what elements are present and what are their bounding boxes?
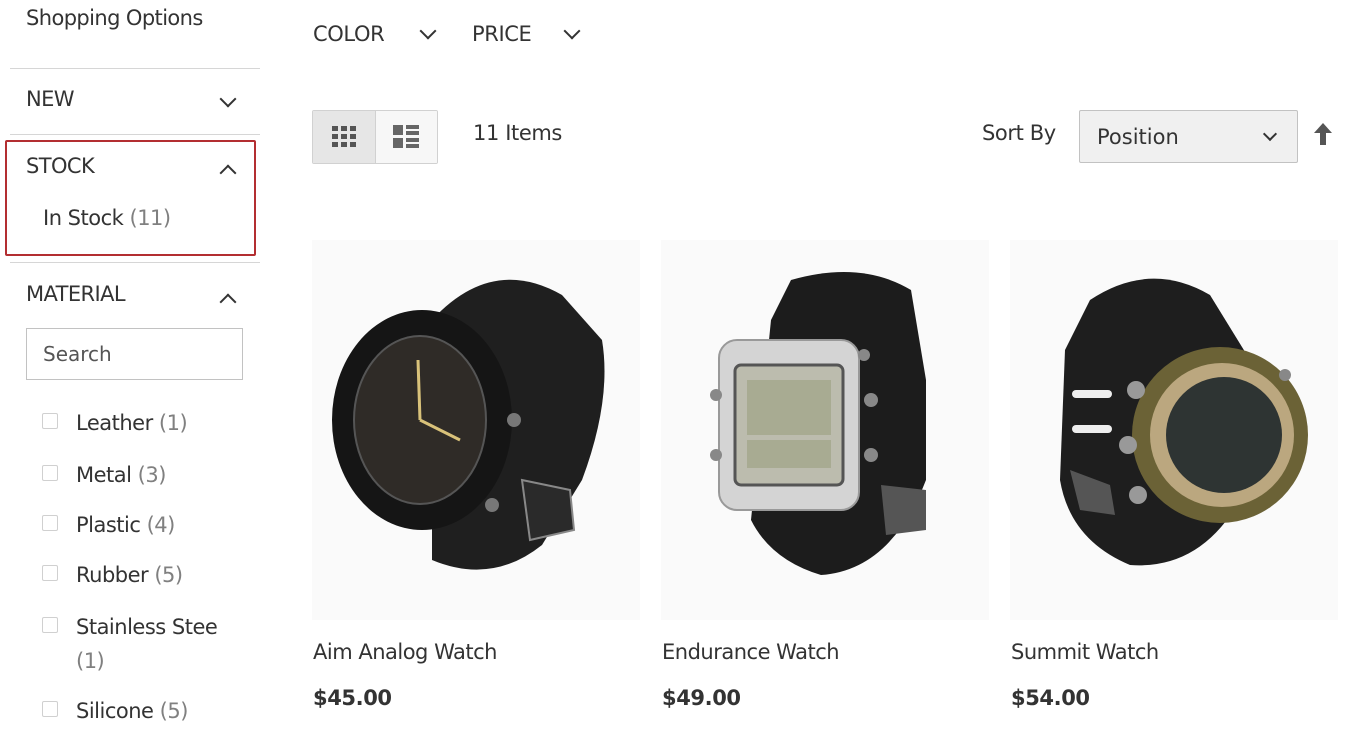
top-filter-price-label: PRICE [472, 22, 532, 46]
list-view-button[interactable] [374, 111, 437, 163]
option-count: (4) [146, 513, 176, 537]
top-filter-color-label: COLOR [313, 22, 385, 46]
filter-material-label: MATERIAL [26, 282, 126, 306]
sidebar-title: Shopping Options [26, 6, 203, 30]
product-image-endurance-watch[interactable] [661, 240, 989, 620]
sort-select[interactable]: Position [1079, 110, 1298, 163]
grid-view-button[interactable] [313, 111, 375, 163]
option-count: (3) [137, 463, 167, 487]
chevron-down-icon [219, 90, 237, 108]
option-count: (1) [76, 649, 105, 673]
sort-select-value: Position [1097, 124, 1179, 149]
divider [10, 134, 260, 135]
option-label: Silicone [76, 699, 154, 723]
sort-by-label: Sort By [982, 121, 1056, 145]
product-name-summit-watch[interactable]: Summit Watch [1011, 640, 1159, 664]
list-icon [393, 125, 420, 148]
material-search-input[interactable] [26, 328, 243, 380]
arrow-up-icon[interactable] [1313, 122, 1333, 146]
material-option-stainless-steel[interactable]: Stainless Stee (1) [42, 610, 242, 678]
filter-new-header[interactable]: NEW [10, 70, 260, 134]
chevron-down-icon [1262, 126, 1278, 141]
divider [10, 68, 260, 69]
checkbox[interactable] [42, 515, 58, 531]
product-name-endurance-watch[interactable]: Endurance Watch [662, 640, 840, 664]
grid-icon [331, 126, 356, 147]
option-label: Stainless Stee [76, 615, 218, 639]
checkbox[interactable] [42, 565, 58, 581]
material-option-leather[interactable]: Leather (1) [42, 406, 188, 440]
product-price-endurance-watch: $49.00 [662, 686, 741, 710]
watch-image [1060, 278, 1308, 566]
divider [10, 262, 260, 263]
product-image-aim-analog-watch[interactable] [312, 240, 640, 620]
chevron-up-icon [219, 164, 237, 182]
option-count: (5) [159, 699, 189, 723]
filter-stock-header[interactable]: STOCK [10, 144, 260, 194]
option-label: Plastic [76, 513, 141, 537]
filter-material-header[interactable]: MATERIAL [10, 266, 260, 322]
option-label: Rubber [76, 563, 149, 587]
top-filter-price[interactable]: PRICE [472, 20, 592, 52]
top-filter-color[interactable]: COLOR [313, 20, 443, 52]
product-image-summit-watch[interactable] [1010, 240, 1338, 620]
option-count: (11) [129, 206, 172, 230]
material-option-metal[interactable]: Metal (3) [42, 458, 166, 492]
stock-option-in-stock[interactable]: In Stock (11) [43, 206, 171, 230]
watch-image [332, 279, 605, 570]
material-option-rubber[interactable]: Rubber (5) [42, 558, 183, 592]
checkbox[interactable] [42, 617, 58, 633]
chevron-down-icon [563, 22, 581, 40]
option-label: Metal [76, 463, 132, 487]
option-label: Leather [76, 411, 153, 435]
option-label: In Stock [43, 206, 124, 230]
option-count: (1) [158, 411, 188, 435]
product-price-aim-analog-watch: $45.00 [313, 686, 392, 710]
watch-image [710, 272, 926, 575]
product-name-aim-analog-watch[interactable]: Aim Analog Watch [313, 640, 497, 664]
material-option-silicone[interactable]: Silicone (5) [42, 694, 188, 728]
chevron-up-icon [219, 293, 237, 311]
filter-new-label: NEW [26, 87, 75, 111]
checkbox[interactable] [42, 465, 58, 481]
product-price-summit-watch: $54.00 [1011, 686, 1090, 710]
view-mode-switcher [312, 110, 438, 164]
chevron-down-icon [419, 22, 437, 40]
filter-stock-label: STOCK [26, 154, 95, 178]
checkbox[interactable] [42, 413, 58, 429]
material-option-plastic[interactable]: Plastic (4) [42, 508, 175, 542]
items-count: 11 Items [473, 121, 562, 145]
option-count: (5) [154, 563, 183, 587]
checkbox[interactable] [42, 701, 58, 717]
